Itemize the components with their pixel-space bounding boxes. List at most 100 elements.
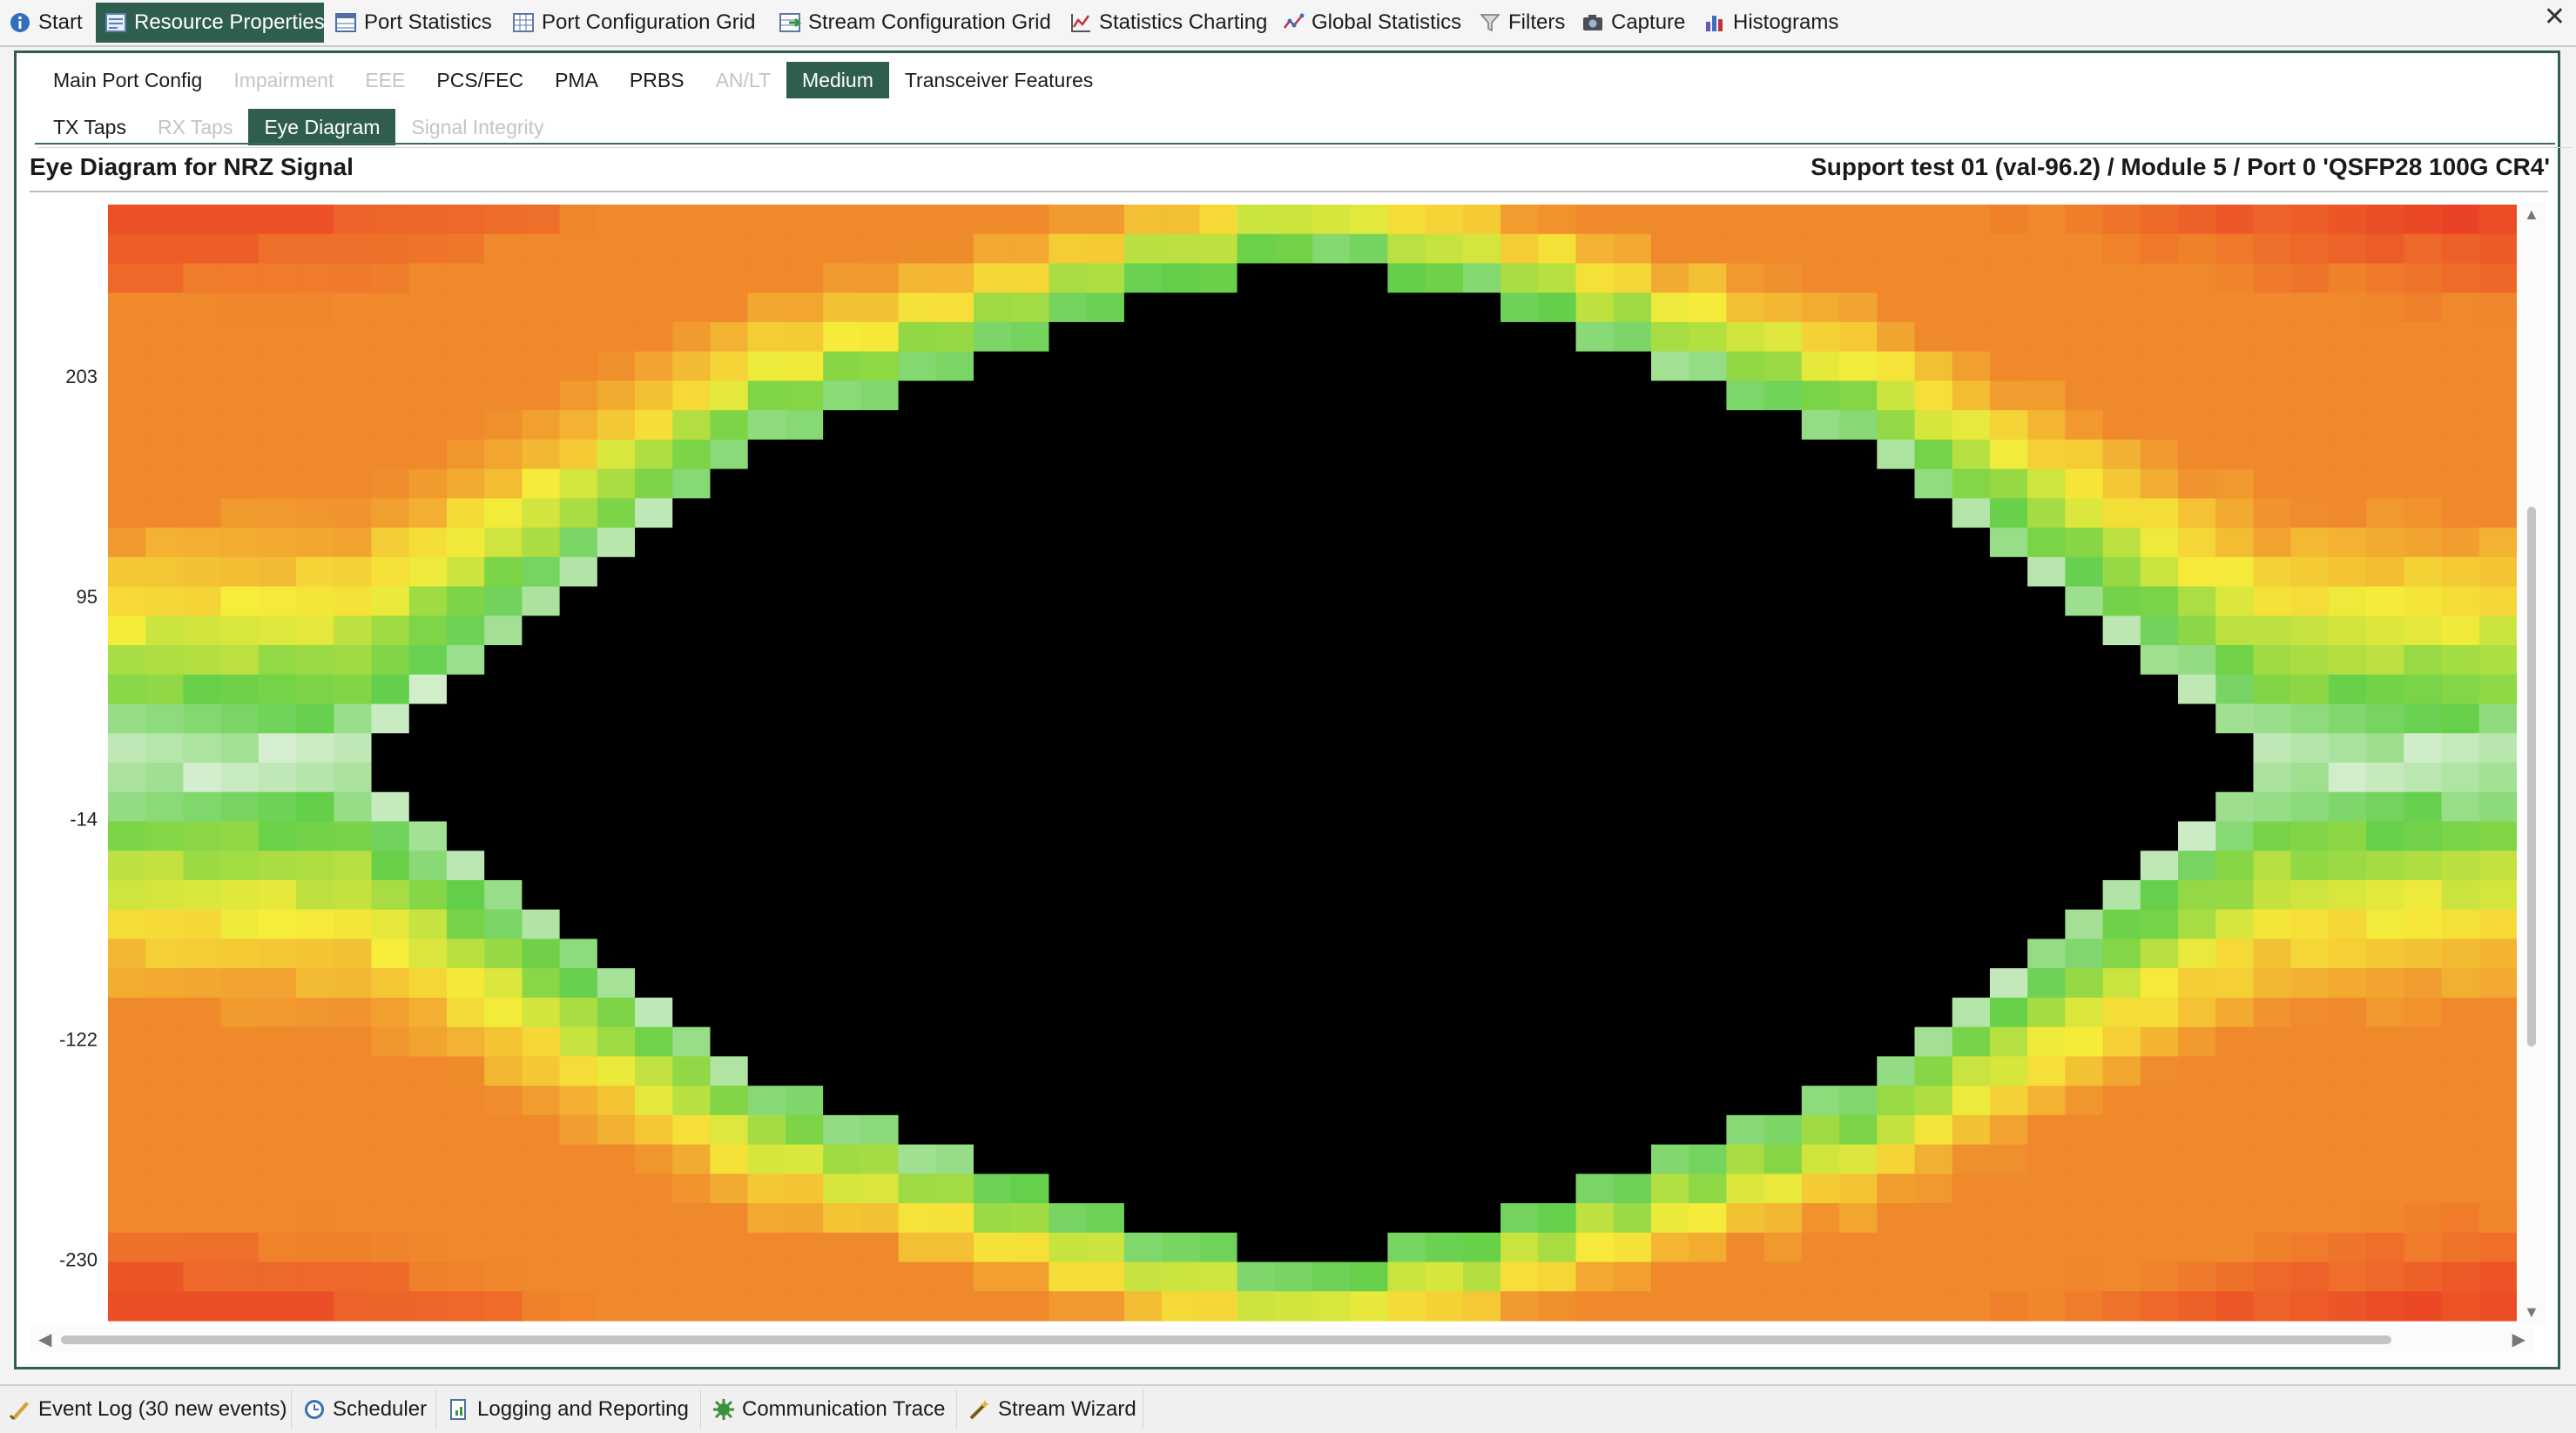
heatmap-cell bbox=[2140, 233, 2179, 265]
heatmap-cell bbox=[1914, 1086, 1953, 1116]
heatmap-cell bbox=[1689, 263, 1728, 293]
scroll-up-icon[interactable]: ▲ bbox=[2524, 205, 2539, 224]
heatmap-cell bbox=[522, 1086, 561, 1116]
tab-prbs[interactable]: PRBS bbox=[614, 62, 700, 98]
tab-scheduler[interactable]: Scheduler bbox=[294, 1389, 436, 1430]
heatmap-cell bbox=[1989, 1026, 2028, 1057]
horizontal-scrollbar[interactable]: ◀ ▶ bbox=[30, 1327, 2534, 1353]
tab-event-log[interactable]: Event Log (30 new events) bbox=[0, 1389, 292, 1430]
heatmap-cell bbox=[1801, 1232, 1840, 1263]
tab-pma[interactable]: PMA bbox=[539, 62, 614, 98]
scroll-thumb[interactable] bbox=[2527, 507, 2536, 1046]
heatmap-cell bbox=[2215, 879, 2255, 911]
heatmap-cell bbox=[635, 763, 673, 793]
scroll-left-icon[interactable]: ◀ bbox=[38, 1329, 51, 1350]
close-icon[interactable]: ✕ bbox=[2544, 2, 2566, 32]
tab-port-configuration-grid[interactable]: Port Configuration Grid bbox=[503, 3, 768, 43]
heatmap-cell bbox=[1839, 733, 1878, 764]
tab-global-statistics[interactable]: Global Statistics bbox=[1273, 3, 1467, 43]
heatmap-cell bbox=[672, 645, 711, 676]
heatmap-cell bbox=[108, 233, 146, 265]
heatmap-cell bbox=[334, 645, 373, 676]
tab-port-statistics[interactable]: Port Statistics bbox=[326, 3, 502, 43]
heatmap-cell bbox=[898, 791, 937, 823]
heatmap-cell bbox=[823, 674, 861, 705]
tab-filters[interactable]: Filters bbox=[1470, 3, 1573, 43]
heatmap-cell bbox=[1237, 556, 1276, 588]
tab-main-port-config[interactable]: Main Port Config bbox=[37, 62, 218, 98]
heatmap-cell bbox=[183, 703, 222, 734]
heatmap-cell bbox=[183, 586, 222, 616]
heatmap-cell bbox=[484, 997, 523, 1028]
heatmap-cell bbox=[1650, 1114, 1689, 1146]
heatmap-cell bbox=[1877, 1203, 1916, 1234]
heatmap-cell bbox=[785, 1086, 824, 1116]
tab-eye-diagram[interactable]: Eye Diagram bbox=[248, 109, 396, 145]
tab-medium[interactable]: Medium bbox=[786, 62, 889, 98]
heatmap-cell bbox=[1877, 791, 1916, 823]
heatmap-cell bbox=[2328, 263, 2367, 293]
heatmap-cell bbox=[1237, 351, 1276, 382]
tab-capture[interactable]: Capture bbox=[1573, 3, 1695, 43]
heatmap-cell bbox=[1538, 616, 1577, 646]
heatmap-cell bbox=[1763, 233, 1803, 265]
heatmap-cell bbox=[220, 968, 260, 999]
heatmap-cell bbox=[1650, 821, 1689, 851]
heatmap-cell bbox=[2215, 1232, 2255, 1263]
heatmap-cell bbox=[446, 498, 485, 528]
tab-start[interactable]: Start bbox=[0, 3, 94, 43]
heatmap-cell bbox=[974, 1026, 1012, 1057]
heatmap-cell bbox=[1312, 556, 1351, 588]
heatmap-cell bbox=[145, 293, 185, 323]
tab-label: Logging and Reporting bbox=[477, 1397, 689, 1421]
heatmap-cell bbox=[1462, 909, 1501, 940]
heatmap-cell bbox=[1199, 674, 1238, 705]
heatmap-cell bbox=[1538, 968, 1577, 999]
heatmap-cell bbox=[1199, 380, 1238, 411]
heatmap-cell bbox=[898, 410, 937, 441]
heatmap-cell bbox=[108, 909, 146, 940]
heatmap-cell bbox=[408, 851, 448, 881]
tab-transceiver-features[interactable]: Transceiver Features bbox=[889, 62, 1109, 98]
heatmap-cell bbox=[371, 380, 410, 411]
heatmap-cell bbox=[2478, 1114, 2517, 1146]
heatmap-cell bbox=[1989, 703, 2028, 734]
heatmap-cell bbox=[935, 821, 974, 851]
heatmap-cell bbox=[2027, 498, 2066, 528]
heatmap-cell bbox=[935, 879, 974, 911]
heatmap-cell bbox=[1877, 1114, 1916, 1146]
heatmap-cell bbox=[1049, 791, 1088, 823]
tab-stream-configuration-grid[interactable]: Stream Configuration Grid bbox=[770, 3, 1061, 43]
heatmap-cell bbox=[1350, 1261, 1389, 1292]
heatmap-cell bbox=[1613, 1144, 1652, 1174]
heatmap-cell bbox=[446, 674, 485, 705]
heatmap-cell bbox=[2328, 616, 2367, 646]
tab-resource-properties[interactable]: Resource Properties bbox=[96, 3, 325, 43]
heatmap-cell bbox=[1613, 498, 1652, 528]
tab-statistics-charting[interactable]: Statistics Charting bbox=[1061, 3, 1267, 43]
tab-stream-wizard[interactable]: Stream Wizard bbox=[960, 1389, 1143, 1430]
heatmap-cell bbox=[1613, 645, 1652, 676]
heatmap-cell bbox=[1049, 1203, 1088, 1234]
heatmap-cell bbox=[1425, 556, 1464, 588]
heatmap-cell bbox=[1801, 939, 1840, 969]
vertical-scrollbar[interactable]: ▲ ▼ bbox=[2519, 202, 2546, 1325]
heatmap-cell bbox=[1462, 468, 1501, 499]
heatmap-cell bbox=[2102, 703, 2141, 734]
heatmap-cell bbox=[334, 879, 373, 911]
heatmap-cell bbox=[1989, 1174, 2028, 1204]
scroll-down-icon[interactable]: ▼ bbox=[2524, 1303, 2539, 1322]
tab-tx-taps[interactable]: TX Taps bbox=[37, 109, 142, 145]
tab-communication-trace[interactable]: Communication Trace bbox=[704, 1389, 957, 1430]
heatmap-cell bbox=[371, 410, 410, 441]
heatmap-cell bbox=[2027, 1203, 2066, 1234]
scroll-right-icon[interactable]: ▶ bbox=[2512, 1329, 2525, 1350]
scroll-thumb[interactable] bbox=[61, 1335, 2391, 1344]
tab-pcs-fec[interactable]: PCS/FEC bbox=[421, 62, 539, 98]
heatmap-cell bbox=[860, 733, 900, 764]
heatmap-cell bbox=[1086, 968, 1125, 999]
heatmap-cell bbox=[1952, 528, 1991, 558]
heatmap-cell bbox=[220, 851, 260, 881]
tab-histograms[interactable]: Histograms bbox=[1695, 3, 1851, 43]
tab-logging-and-reporting[interactable]: Logging and Reporting bbox=[439, 1389, 701, 1430]
